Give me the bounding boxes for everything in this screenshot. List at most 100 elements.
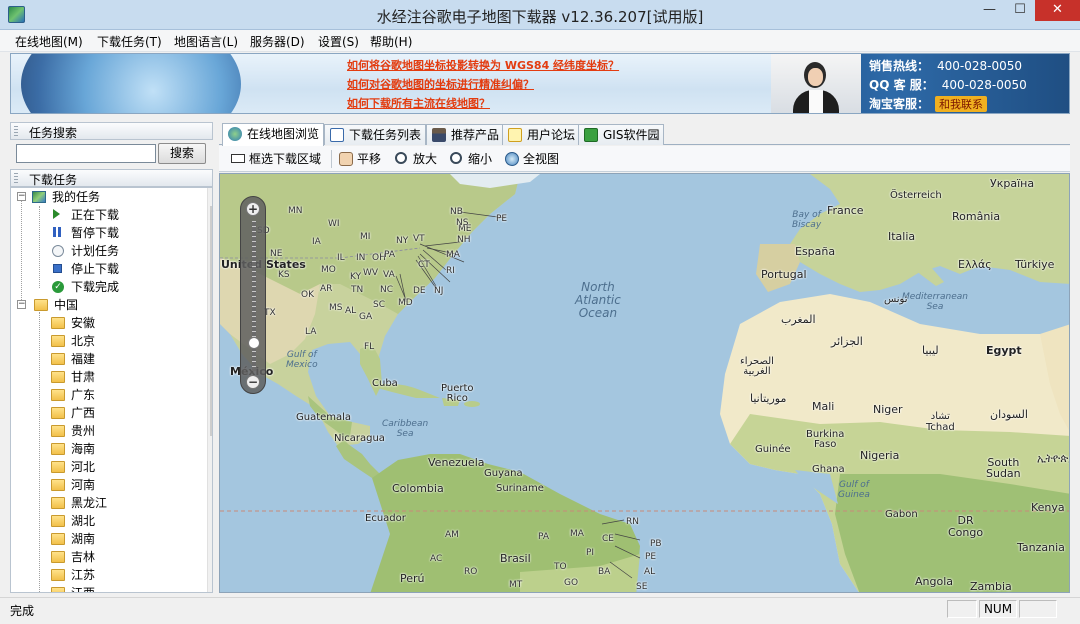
map-label-south-sudan: South Sudan (986, 456, 1021, 480)
faq-link-all-maps[interactable]: 如何下载所有主流在线地图？ (347, 95, 490, 111)
map-label-ethiopia: ኢትዮጵያ (1037, 452, 1069, 465)
maximize-button[interactable]: ☐ (1005, 0, 1035, 21)
full-view-button[interactable]: 全视图 (505, 150, 559, 168)
scroll-up-icon[interactable]: ▲ (208, 188, 212, 204)
select-area-button[interactable]: 框选下载区域 (231, 150, 321, 168)
status-text: 完成 (10, 604, 35, 618)
folder-icon (51, 407, 65, 419)
folder-icon (51, 461, 65, 473)
tree-scrollbar[interactable]: ▲ ▼ (207, 188, 212, 592)
map-label-gabon: Gabon (885, 509, 918, 520)
folder-icon (51, 335, 65, 347)
map-label-nicaragua: Nicaragua (334, 433, 385, 444)
zoom-knob[interactable] (248, 337, 260, 349)
map-state-label: NE (270, 249, 283, 259)
map-state-label: PE (645, 552, 657, 562)
map-state-label: NY (396, 236, 409, 246)
map-label-tunisia: تونس (884, 294, 908, 305)
menu-download-task[interactable]: 下载任务(T) (97, 33, 162, 50)
status-cell-scroll (1019, 600, 1057, 618)
task-tree: − 我的任务 正在下载 暂停下载 计划任务 停止下载 ✓ 下载完成 − 中国 安… (10, 187, 213, 593)
search-button[interactable]: 搜索 (158, 143, 206, 164)
map-label-romania: România (952, 210, 1001, 223)
map-state-label: MD (398, 298, 413, 308)
zoom-slider[interactable]: + − (240, 196, 266, 394)
map-state-label: WI (328, 219, 340, 229)
map-label-chad: تشاد Tchad (926, 411, 955, 433)
map-state-label: KY (350, 272, 362, 282)
search-panel-header: 任务搜索 (10, 122, 213, 140)
map-toolbar: 框选下载区域 平移 放大 缩小 全视图 (219, 146, 1070, 172)
map-state-label: IL (337, 253, 345, 263)
menu-server[interactable]: 服务器(D) (250, 33, 305, 50)
menu-settings[interactable]: 设置(S) (318, 33, 359, 50)
map-label-burkina-faso: Burkina Faso (806, 429, 845, 450)
map-state-label: TO (554, 562, 567, 572)
map-state-label: AC (430, 554, 443, 564)
hand-icon (339, 152, 353, 166)
globe-icon (505, 152, 519, 166)
map-state-label: MO (321, 265, 336, 275)
map-label-ecuador: Ecuador (365, 513, 406, 524)
scroll-thumb[interactable] (210, 206, 212, 436)
map-state-label: PA (538, 532, 550, 542)
menu-map-language[interactable]: 地图语言(L) (174, 33, 238, 50)
pause-icon (53, 227, 61, 237)
minimize-button[interactable]: — (974, 0, 1005, 21)
scroll-down-icon[interactable]: ▼ (208, 576, 212, 592)
support-photo (771, 54, 861, 113)
folder-icon (51, 587, 65, 592)
map-label-atlantic-ocean: North Atlantic Ocean (575, 280, 621, 320)
tab-forum[interactable]: 用户论坛 (502, 124, 581, 145)
contact-me-button[interactable]: 和我联系 (935, 96, 988, 112)
zoom-in-button[interactable]: 放大 (395, 150, 437, 168)
map-state-label: PA (384, 250, 396, 260)
map-label-niger: Niger (873, 403, 903, 416)
tab-gis-park[interactable]: GIS软件园 (578, 124, 665, 145)
map-state-label: PI (586, 548, 595, 558)
pan-button[interactable]: 平移 (339, 150, 381, 168)
map-label-kenya: Kenya (1031, 501, 1065, 514)
map-state-label: RN (626, 517, 639, 527)
map-state-label: SC (373, 300, 385, 310)
map-state-label: MA (570, 529, 584, 539)
close-button[interactable]: ✕ (1035, 0, 1080, 21)
zoom-minus-button[interactable]: − (246, 375, 260, 389)
tab-map-browse[interactable]: 在线地图浏览 (222, 123, 325, 146)
map-label-nigeria: Nigeria (860, 449, 900, 462)
tab-products[interactable]: 推荐产品 (426, 124, 505, 145)
map-state-label: SE (636, 582, 648, 592)
map-state-label: MA (446, 250, 460, 260)
contact-panel: 销售热线： 400-028-0050 QQ 客 服： 400-028-0050 淘宝… (771, 54, 1069, 113)
map-label-zambia: Zambia (970, 580, 1012, 593)
map-state-label: IA (312, 237, 321, 247)
status-cell-caps (947, 600, 977, 618)
menu-help[interactable]: 帮助(H) (370, 33, 412, 50)
faq-link-wgs84[interactable]: 如何将谷歌地图坐标投影转换为 WGS84 经纬度坐标？ (347, 57, 619, 73)
map-state-label: MT (509, 580, 523, 590)
map-label-cuba: Cuba (372, 378, 398, 389)
faq-link-offset[interactable]: 如何对谷歌地图的坐标进行精准纠偏？ (347, 76, 534, 92)
map-label-egypt: Egypt (986, 344, 1022, 357)
map-label-gulf-of-mexico: Gulf of Mexico (286, 350, 318, 370)
map-canvas (220, 174, 1069, 592)
folder-icon (51, 533, 65, 545)
my-tasks-icon (32, 191, 46, 203)
map-label-brasil: Brasil (500, 552, 531, 565)
map-view[interactable]: United States México Cuba PuertoRico Gua… (219, 173, 1070, 593)
menu-online-map[interactable]: 在线地图(M) (15, 33, 83, 50)
folder-icon (51, 317, 65, 329)
map-label-suriname: Suriname (496, 483, 544, 494)
tab-strip: 在线地图浏览 下载任务列表 推荐产品 用户论坛 GIS软件园 (219, 123, 1070, 146)
task-search-input[interactable] (16, 144, 156, 163)
zoom-plus-button[interactable]: + (246, 202, 260, 216)
map-label-peru: Perú (400, 572, 425, 585)
folder-icon (51, 551, 65, 563)
zoom-out-button[interactable]: 缩小 (450, 150, 492, 168)
folder-icon (51, 371, 65, 383)
folder-icon (51, 569, 65, 581)
map-state-label: RI (446, 266, 455, 276)
ad-banner: 如何将谷歌地图坐标投影转换为 WGS84 经纬度坐标？ 如何对谷歌地图的坐标进行… (10, 53, 1070, 114)
tab-task-list[interactable]: 下载任务列表 (324, 124, 427, 145)
map-state-label: VA (383, 270, 395, 280)
